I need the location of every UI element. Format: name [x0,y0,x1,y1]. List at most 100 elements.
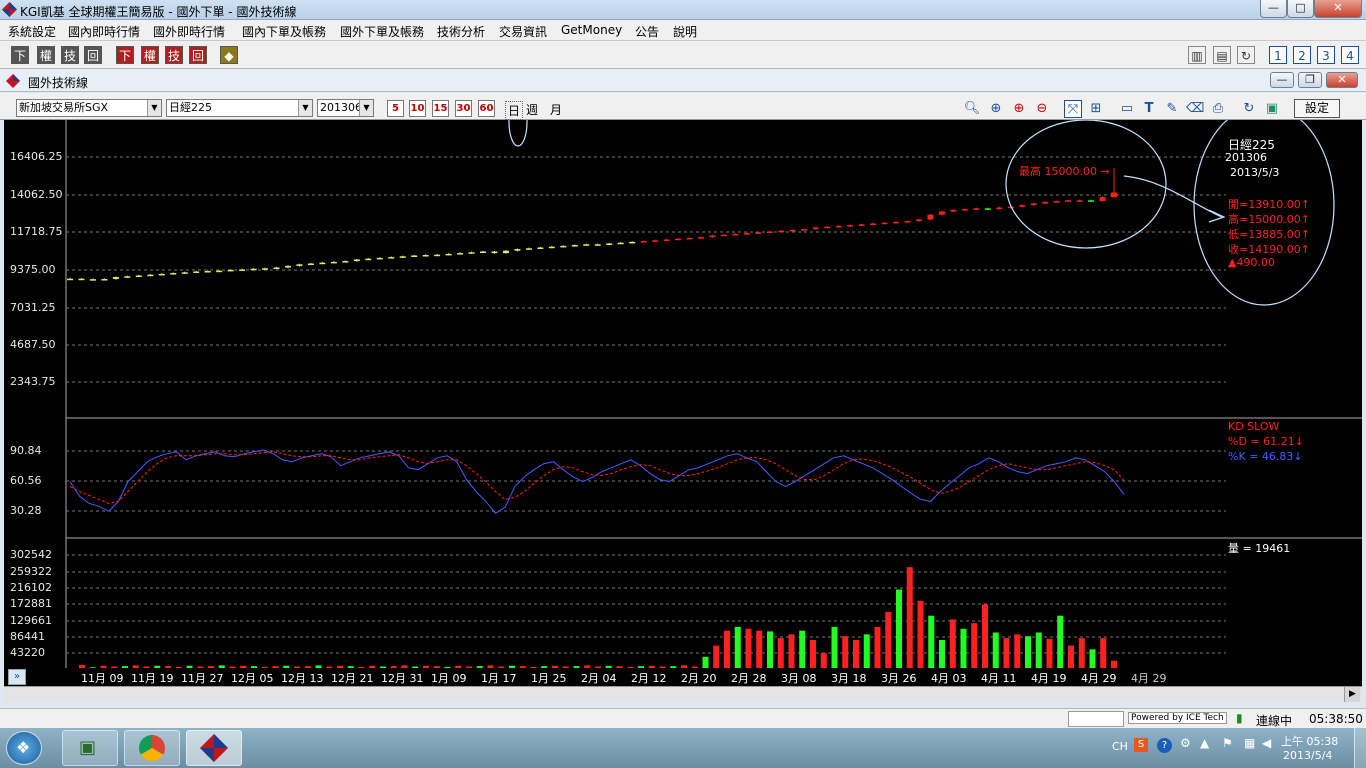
period-60min-button[interactable]: 60 [478,100,495,117]
date-label: 3月 26 [881,672,917,685]
start-button[interactable]: ❖ [6,731,42,765]
screen-4-button[interactable]: 4 [1341,46,1359,64]
menu-getmoney[interactable]: GetMoney [561,23,622,37]
status-input[interactable] [1068,711,1124,727]
period-10min-button[interactable]: 10 [409,100,426,117]
order-button[interactable]: 下 [11,46,29,64]
menu-announcements[interactable]: 公告 [635,23,659,40]
scroll-right-icon[interactable]: ▶ [1344,687,1360,702]
help-icon[interactable]: ? [1157,738,1172,753]
candle-body [491,251,498,254]
layout-rows-icon[interactable]: ▤ [1213,46,1231,64]
tray-arrow-icon[interactable]: ▲ [1200,736,1209,750]
inner-minimize-button[interactable]: — [1270,72,1294,88]
menu-technical-analysis[interactable]: 技術分析 [437,23,485,40]
period-day-button[interactable]: 日 [505,101,524,120]
crosshair-icon[interactable]: ⊞ [1087,100,1105,118]
chart-canvas[interactable] [4,120,1362,685]
options-button[interactable]: 權 [37,46,55,64]
horizontal-scrollbar[interactable]: ▶ [4,686,1362,702]
window-title-bar[interactable]: KGI凱基 全球期權王簡易版 - 國外下單 - 國外技術線 — □ ✕ [0,0,1366,20]
menu-foreign-orders[interactable]: 國外下單及帳務 [340,23,424,40]
flag-icon[interactable]: ⚑ [1222,736,1233,750]
candle-body [1088,200,1095,202]
show-desktop-button[interactable] [1354,728,1366,768]
volume-bar [767,631,773,668]
report-button[interactable]: 回 [84,46,102,64]
exchange-select[interactable]: 新加坡交易所SGX ▼ [16,99,162,117]
fit-icon[interactable]: ⤧ [1064,100,1082,118]
settings-button[interactable]: 設定 [1294,99,1340,118]
taskbar-item-remote[interactable]: ▣ [62,730,118,766]
screen-1-button[interactable]: 1 [1269,46,1287,64]
refresh-icon[interactable]: ↻ [1237,46,1255,64]
product-select[interactable]: 日經225 ▼ [166,99,313,117]
line-tool-icon[interactable]: ▭ [1118,100,1136,118]
clock-time[interactable]: 上午 05:38 [1281,733,1338,749]
volume-bar [799,630,806,668]
settings-icon[interactable]: ⚙ [1180,736,1191,750]
candle-body [548,246,555,249]
menu-domestic-quotes[interactable]: 國內即時行情 [68,23,140,40]
foreign-report-button[interactable]: 回 [189,46,207,64]
info-open: 開=13910.00↑ [1228,198,1310,211]
technical-button[interactable]: 技 [61,46,79,64]
network-icon[interactable]: ▦ [1244,736,1255,750]
menu-system-settings[interactable]: 系統設定 [8,23,56,40]
pen-icon[interactable]: ✎ [1163,100,1181,118]
close-button[interactable]: ✕ [1314,0,1362,18]
info-change: ▲490.00 [1228,256,1275,269]
period-5min-button[interactable]: 5 [387,100,404,117]
period-15min-button[interactable]: 15 [432,100,449,117]
date-label: 1月 25 [531,672,567,685]
volume-bar [896,589,902,668]
text-tool-icon[interactable]: T [1140,100,1158,118]
maximize-button[interactable]: □ [1287,0,1314,18]
period-month-button[interactable]: 月 [550,101,562,118]
menu-help[interactable]: 說明 [673,23,697,40]
foreign-options-button[interactable]: 權 [141,46,159,64]
taskbar-item-chrome[interactable] [124,730,180,766]
foreign-technical-button[interactable]: 技 [165,46,183,64]
foreign-order-button[interactable]: 下 [116,46,134,64]
coin-icon[interactable]: ◆ [220,46,238,64]
zoom-icon[interactable]: ⊕ [987,100,1005,118]
zoom-in-icon[interactable]: ⊕ [1010,100,1028,118]
candle-body [904,221,911,223]
period-30min-button[interactable]: 30 [455,100,472,117]
clock-date[interactable]: 2013/5/4 [1283,749,1332,762]
reload-icon[interactable]: ↻ [1240,100,1258,118]
inner-window-title-bar[interactable]: 國外技術線 — ❐ ✕ [0,70,1366,92]
print-icon[interactable]: ⎙ [1209,100,1227,118]
minimize-button[interactable]: — [1260,0,1287,18]
menu-foreign-quotes[interactable]: 國外即時行情 [153,23,225,40]
zoom-out-icon[interactable]: ⊖ [1033,100,1051,118]
kd-d-line [69,451,1125,504]
candle-body [984,208,991,210]
app-logo-icon [6,74,20,88]
panel-icon[interactable]: ▣ [1263,100,1281,118]
candle-body [812,227,819,230]
menu-trade-info[interactable]: 交易資訊 [499,23,547,40]
taskbar-item-kgi[interactable] [186,730,242,766]
price-axis-label: 7031.25 [10,301,56,314]
search-icon[interactable]: 🔍︎ [963,100,981,118]
double-chevron-right-icon[interactable]: » [8,669,26,685]
volume-icon[interactable]: ◀ [1262,736,1271,750]
input-language[interactable]: CH [1112,740,1128,753]
candle-body [927,214,934,220]
chart-area[interactable]: 16406.25 14062.50 11718.75 9375.00 7031.… [4,120,1362,685]
screen-3-button[interactable]: 3 [1317,46,1335,64]
date-label: 2月 12 [631,672,667,685]
inner-restore-button[interactable]: ❐ [1298,72,1322,88]
screen-2-button[interactable]: 2 [1293,46,1311,64]
candle-body [78,278,85,281]
candle-body [858,224,865,226]
eraser-icon[interactable]: ⌫ [1186,100,1204,118]
inner-close-button[interactable]: ✕ [1326,72,1358,88]
ime-icon[interactable]: S [1134,738,1148,752]
menu-domestic-orders[interactable]: 國內下單及帳務 [242,23,326,40]
layout-two-icon[interactable]: ▥ [1188,46,1206,64]
contract-select[interactable]: 201306 ▼ [317,99,374,117]
period-week-button[interactable]: 週 [526,101,538,118]
